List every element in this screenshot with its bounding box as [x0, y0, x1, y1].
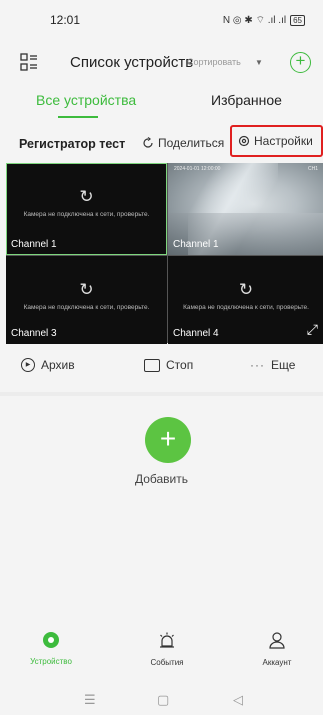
gear-icon: [238, 135, 250, 147]
channel-tile-live[interactable]: 2024-01-01 12:00:00 CH1 Channel 1: [168, 163, 323, 255]
nav-devices-label: Устройство: [30, 657, 72, 666]
stop-icon: [144, 358, 160, 372]
offline-message: Камера не подключена к сети, проверьте.: [23, 304, 150, 311]
offline-message: Камера не подключена к сети, проверьте.: [183, 304, 309, 311]
nav-account-label: Аккаунт: [262, 658, 292, 667]
settings-label: Настройки: [254, 134, 313, 148]
system-navigation: ☰ ▢ ◁: [0, 688, 323, 715]
channel-label: Channel 1: [11, 239, 57, 250]
add-device-label: Добавить: [134, 472, 189, 486]
sort-dropdown[interactable]: Сортировать: [187, 57, 241, 67]
nav-account[interactable]: Аккаунт: [237, 632, 317, 667]
channel-label: Channel 3: [11, 328, 57, 339]
nav-events[interactable]: События: [127, 632, 207, 667]
chevron-down-icon[interactable]: ▼: [255, 58, 263, 67]
bottom-navigation: Устройство События Аккаунт: [0, 632, 323, 680]
stop-button[interactable]: Стоп: [144, 358, 193, 372]
offline-message: Камера не подключена к сети, проверьте.: [23, 211, 150, 218]
nav-devices[interactable]: Устройство: [11, 632, 91, 666]
divider: [0, 392, 323, 396]
fullscreen-icon[interactable]: ⤢: [307, 321, 318, 338]
archive-label: Архив: [41, 358, 75, 372]
feed-channel-tag: CH1: [307, 166, 318, 172]
settings-button[interactable]: Настройки: [230, 125, 323, 157]
nav-events-label: События: [150, 658, 184, 667]
status-time: 12:01: [50, 13, 81, 27]
playback-actions: ▶ Архив Стоп ··· Еще: [0, 352, 323, 382]
alarm-icon: [160, 632, 174, 648]
stop-label: Стоп: [166, 358, 194, 372]
battery-icon: 65: [290, 14, 305, 26]
add-device-fab[interactable]: +: [145, 417, 191, 463]
app-header: Список устройств Сортировать ▼ +: [0, 44, 323, 80]
status-indicators: N ◎ ✱ ⌔ .ıl .ıl: [222, 14, 287, 26]
archive-button[interactable]: ▶ Архив: [21, 358, 75, 372]
tab-all-devices[interactable]: Все устройства: [36, 92, 136, 108]
channel-label: Channel 1: [173, 239, 219, 250]
share-icon: [143, 137, 153, 148]
device-tabs: Все устройства Избранное: [0, 86, 323, 122]
feed-timestamp: 2024-01-01 12:00:00: [174, 166, 221, 172]
tab-favorites[interactable]: Избранное: [211, 92, 282, 108]
add-device-button[interactable]: +: [290, 52, 311, 73]
back-icon[interactable]: ◁: [233, 692, 243, 708]
more-label: Еще: [271, 358, 296, 372]
more-icon: ···: [250, 358, 265, 372]
more-button[interactable]: ··· Еще: [250, 358, 295, 372]
refresh-icon[interactable]: ↻: [79, 187, 93, 207]
user-icon: [269, 632, 285, 649]
page-title: Список устройств: [70, 54, 194, 71]
share-label: Поделиться: [158, 136, 225, 150]
refresh-icon[interactable]: ↻: [79, 280, 93, 300]
active-tab-indicator: [58, 116, 98, 118]
status-icons: N ◎ ✱ ⌔ .ıl .ıl 65: [223, 14, 305, 27]
channel-label: Channel 4: [173, 328, 219, 339]
recent-apps-icon[interactable]: ☰: [84, 692, 96, 708]
device-icon: [43, 632, 59, 648]
device-list-menu-icon[interactable]: [20, 53, 38, 71]
channel-tile-4[interactable]: ↻ Камера не подключена к сети, проверьте…: [168, 256, 323, 344]
device-group-row: Регистратор тест Поделиться Настройки: [0, 125, 323, 160]
refresh-icon[interactable]: ↻: [239, 280, 253, 300]
status-bar: 12:01 N ◎ ✱ ⌔ .ıl .ıl 65: [0, 0, 323, 40]
channel-tile-1[interactable]: ↻ Камера не подключена к сети, проверьте…: [6, 163, 167, 255]
device-group-name[interactable]: Регистратор тест: [19, 137, 125, 151]
channel-grid: ↻ Камера не подключена к сети, проверьте…: [6, 163, 323, 344]
channel-tile-3[interactable]: ↻ Камера не подключена к сети, проверьте…: [6, 256, 167, 344]
play-icon: ▶: [21, 358, 35, 372]
share-button[interactable]: Поделиться: [142, 136, 224, 150]
home-icon[interactable]: ▢: [157, 692, 169, 708]
